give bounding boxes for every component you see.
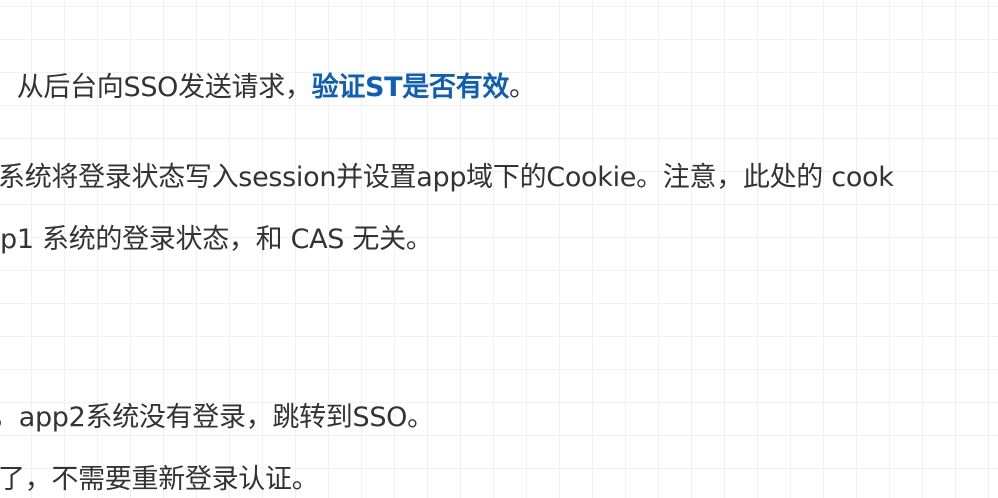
document-page: { "paragraphs": { "p1": { "text": "，从后台向… bbox=[0, 0, 998, 495]
paragraph-text: ，从后台向SSO发送请求， bbox=[0, 72, 312, 103]
paragraph-line: ，从后台向SSO发送请求，验证ST是否有效。 bbox=[0, 70, 536, 106]
paragraph-line: 系统将登录状态写入session并设置app域下的Cookie。注意，此处的 c… bbox=[0, 162, 894, 193]
paragraph-line: p1 系统的登录状态，和 CAS 无关。 bbox=[0, 224, 433, 255]
paragraph-end: 。 bbox=[509, 72, 536, 103]
emphasis-text: 验证ST是否有效 bbox=[311, 72, 510, 103]
paragraph-line: ，app2系统没有登录，跳转到SSO。 bbox=[0, 402, 434, 433]
paragraph-line: 了，不需要重新登录认证。 bbox=[0, 464, 319, 495]
